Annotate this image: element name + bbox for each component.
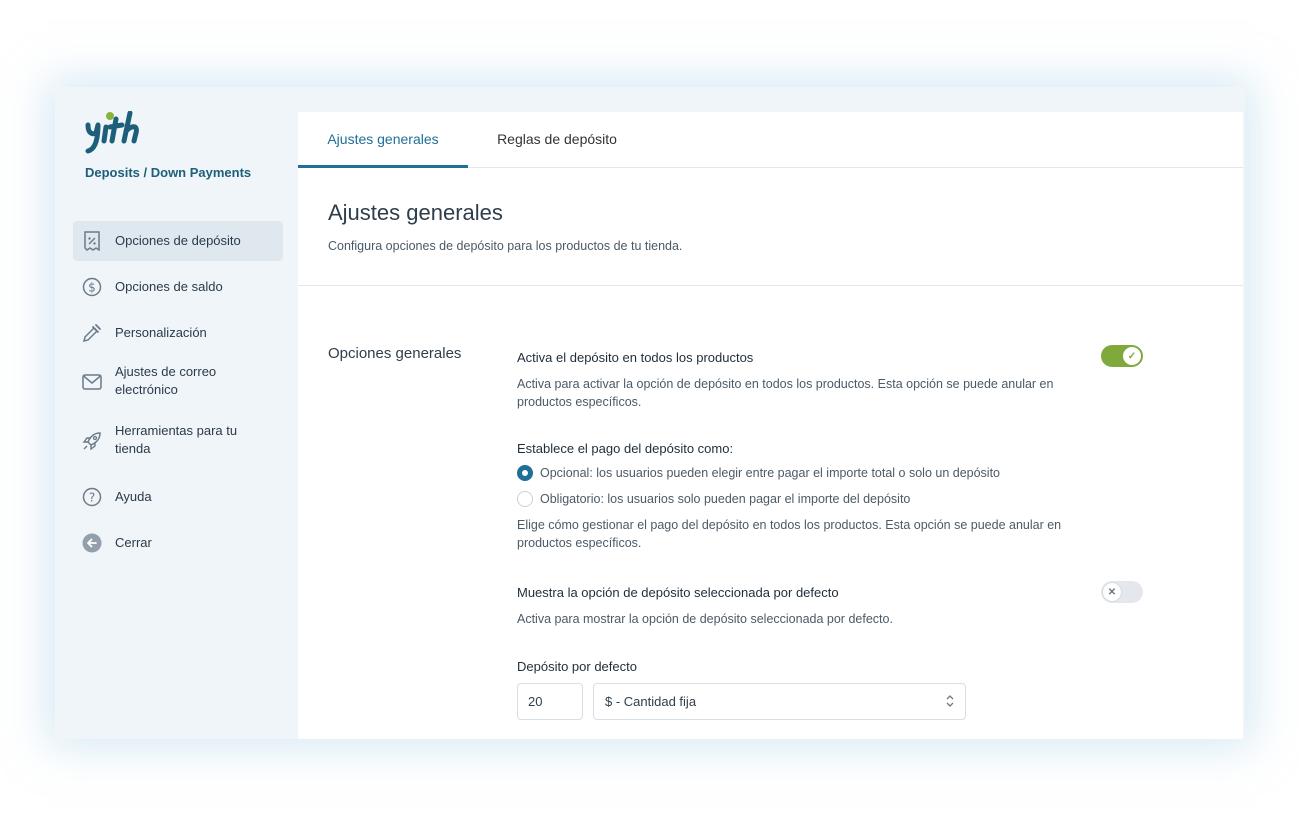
plugin-name: Deposits / Down Payments — [85, 165, 252, 180]
payment-mode-label: Establece el pago del depósito como: — [517, 441, 734, 456]
sidebar-item-correo[interactable]: Ajustes de correo electrónico — [73, 360, 283, 404]
check-icon: ✓ — [1123, 347, 1141, 365]
deposit-type-select[interactable]: $ - Cantidad fija — [593, 683, 966, 720]
sidebar-item-label: Herramientas para tu tienda — [115, 423, 238, 456]
section-title: Opciones generales — [328, 345, 462, 362]
enable-deposit-toggle[interactable]: ✓ — [1101, 345, 1143, 367]
radio-button[interactable] — [517, 491, 533, 507]
radio-optional[interactable]: Opcional: los usuarios pueden elegir ent… — [517, 465, 1000, 481]
radio-optional-label: Opcional: los usuarios pueden elegir ent… — [540, 466, 1001, 480]
app-frame: Deposits / Down Payments Opciones de dep… — [55, 87, 1245, 739]
question-circle-icon: ? — [81, 486, 103, 508]
envelope-icon — [81, 371, 103, 393]
divider — [298, 285, 1243, 286]
svg-text:$: $ — [88, 281, 96, 295]
deposit-type-value: $ - Cantidad fija — [605, 694, 697, 709]
sidebar-item-opciones-deposito[interactable]: Opciones de depósito — [73, 221, 283, 261]
deposit-amount-input[interactable]: 20 — [517, 683, 583, 720]
eyedropper-icon — [81, 322, 103, 344]
sidebar-item-cerrar[interactable]: Cerrar — [73, 523, 283, 563]
tab-reglas-deposito[interactable]: Reglas de depósito — [484, 112, 630, 168]
rocket-icon — [81, 430, 103, 452]
enable-deposit-label: Activa el depósito en todos los producto… — [517, 350, 754, 365]
sidebar-item-opciones-saldo[interactable]: $ Opciones de saldo — [73, 267, 283, 307]
tab-ajustes-generales[interactable]: Ajustes generales — [298, 112, 468, 168]
close-icon: ✕ — [1103, 583, 1121, 601]
default-deposit-label: Depósito por defecto — [517, 659, 637, 674]
radio-button-checked[interactable] — [517, 465, 533, 481]
show-default-toggle[interactable]: ✕ — [1101, 581, 1143, 603]
receipt-percent-icon — [81, 230, 103, 252]
page-title: Ajustes generales — [328, 200, 503, 225]
page-description: Configura opciones de depósito para los … — [328, 239, 683, 253]
show-default-description: Activa para mostrar la opción de depósit… — [517, 612, 893, 626]
sidebar-item-ayuda[interactable]: ? Ayuda — [73, 477, 283, 517]
payment-mode-description: Elige cómo gestionar el pago del depósit… — [517, 518, 1062, 550]
sidebar-item-label: Opciones de depósito — [115, 233, 241, 248]
sidebar-item-label: Opciones de saldo — [115, 279, 223, 294]
sidebar-item-label: Ayuda — [115, 489, 152, 504]
tab-bar: Ajustes generales Reglas de depósito — [298, 112, 1243, 168]
sidebar-item-personalizacion[interactable]: Personalización — [73, 313, 283, 353]
sidebar: Deposits / Down Payments Opciones de dep… — [55, 87, 298, 739]
sidebar-item-label: Cerrar — [115, 535, 152, 550]
sidebar-item-herramientas[interactable]: Herramientas para tu tienda — [73, 419, 283, 463]
svg-text:?: ? — [89, 491, 95, 505]
sidebar-item-label: Personalización — [115, 325, 207, 340]
yith-logo — [85, 111, 139, 154]
sidebar-item-label: Ajustes de correo electrónico — [115, 364, 217, 397]
radio-mandatory-label: Obligatorio: los usuarios solo pueden pa… — [540, 492, 911, 506]
radio-mandatory[interactable]: Obligatorio: los usuarios solo pueden pa… — [517, 491, 910, 507]
settings-panel: Ajustes generales Reglas de depósito Aju… — [298, 112, 1243, 739]
arrow-left-circle-icon — [81, 532, 103, 554]
select-arrows-icon — [946, 695, 954, 707]
dollar-circle-icon: $ — [81, 276, 103, 298]
enable-deposit-description: Activa para activar la opción de depósit… — [517, 377, 1054, 409]
show-default-label: Muestra la opción de depósito selecciona… — [517, 585, 839, 600]
